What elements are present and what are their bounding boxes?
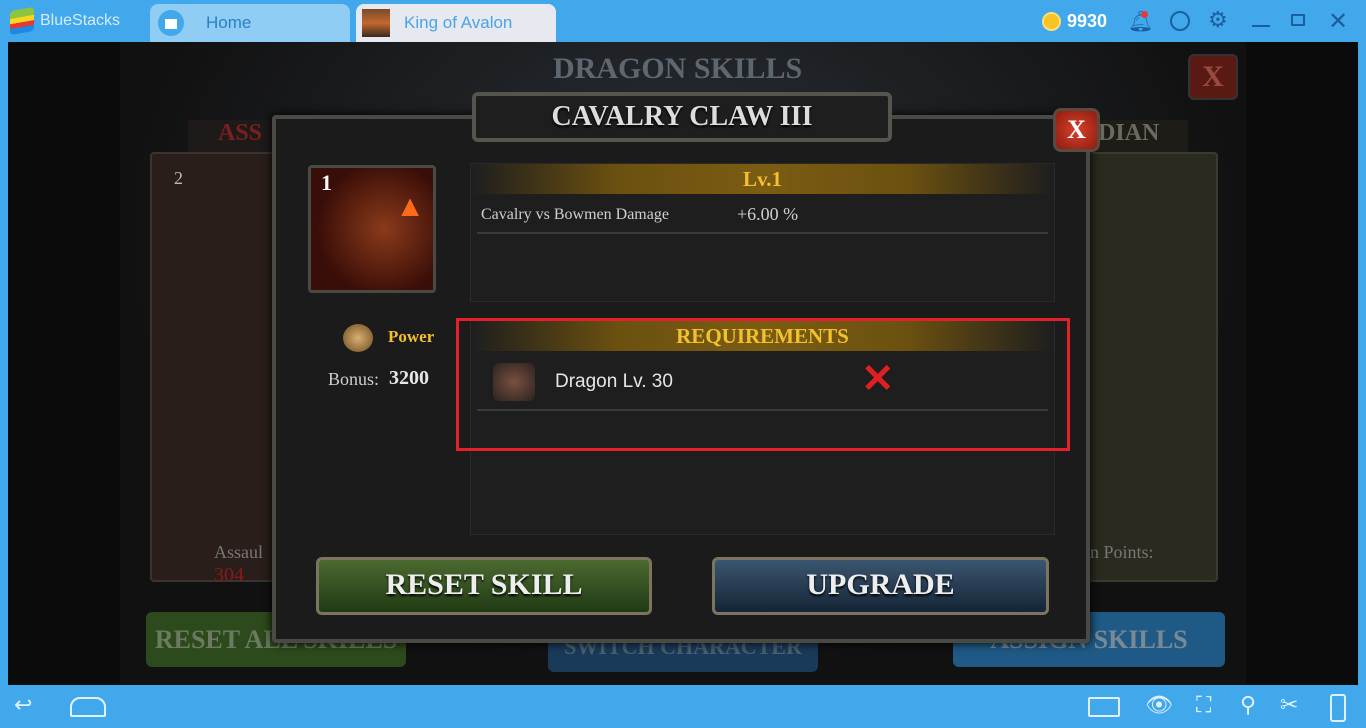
effect-value: +6.00 % <box>737 204 799 224</box>
bg-close-button[interactable]: X <box>1188 54 1238 100</box>
close-window-icon[interactable]: ✕ <box>1328 7 1348 36</box>
modal-title: CAVALRY CLAW III <box>472 92 892 142</box>
upgrade-button[interactable]: UPGRADE <box>712 557 1049 615</box>
modal-close-button[interactable]: X <box>1053 108 1100 152</box>
tab-label: Home <box>206 13 252 32</box>
highlight-box <box>456 318 1070 451</box>
home-icon <box>158 10 184 36</box>
eye-icon[interactable]: 👁︎ <box>1145 692 1173 718</box>
bg-skill-grid-left <box>150 152 280 582</box>
power-icon <box>343 324 373 352</box>
tab-home[interactable]: Home <box>150 4 350 42</box>
skill-portrait: 1 ▲ <box>308 165 436 293</box>
scissors-icon[interactable]: ✂ <box>1280 692 1298 718</box>
bg-tab-right[interactable]: DIAN <box>1098 120 1188 152</box>
up-arrow-icon: ▲ <box>395 190 425 223</box>
title-bar: BlueStacks Home King of Avalon 9930 🔔︎ ⚙… <box>0 0 1366 42</box>
game-thumbnail <box>362 9 390 37</box>
bg-title: DRAGON SKILLS <box>553 52 803 85</box>
notification-dot <box>1141 11 1148 18</box>
fullscreen-icon[interactable]: ⛶ <box>1196 692 1211 718</box>
level-header: Lv.1 <box>471 164 1054 194</box>
game-viewport[interactable]: DRAGON SKILLS X ASS DIAN 2 Assaul 304 n … <box>8 42 1358 685</box>
bg-card-level: 2 <box>174 168 183 188</box>
tab-king-of-avalon[interactable]: King of Avalon <box>356 4 556 42</box>
bg-stat-label: Assaul <box>214 542 263 562</box>
keyboard-icon[interactable] <box>1088 697 1120 717</box>
reset-skill-button[interactable]: RESET SKILL <box>316 557 652 615</box>
bg-stat-value: 304 <box>214 564 244 586</box>
location-icon[interactable]: ⚲ <box>1240 692 1256 718</box>
rotate-device-icon[interactable] <box>1330 694 1346 722</box>
bonus-value: 3200 <box>389 367 429 389</box>
restore-icon[interactable] <box>1291 14 1305 26</box>
coin-balance: 9930 <box>1067 11 1108 31</box>
bonus-label: Bonus: <box>328 369 380 389</box>
app-name: BlueStacks <box>40 12 121 29</box>
back-icon[interactable]: ↩ <box>14 692 32 718</box>
settings-gear-icon[interactable]: ⚙ <box>1208 7 1228 33</box>
home-button-icon[interactable] <box>70 697 106 717</box>
effect-label: Cavalry vs Bowmen Damage <box>481 206 669 223</box>
bg-skill-grid-right <box>1088 152 1218 582</box>
coin-icon <box>1042 12 1061 31</box>
skill-level-badge: 1 <box>321 170 332 195</box>
account-icon[interactable] <box>1170 11 1190 31</box>
level-panel: Lv.1 Cavalry vs Bowmen Damage +6.00 % <box>470 163 1055 302</box>
bluestacks-logo <box>10 6 34 36</box>
minimize-icon[interactable] <box>1252 25 1270 27</box>
power-label: Power <box>388 327 435 346</box>
bg-points-label: n Points: <box>1090 542 1154 562</box>
tab-label: King of Avalon <box>404 13 513 32</box>
